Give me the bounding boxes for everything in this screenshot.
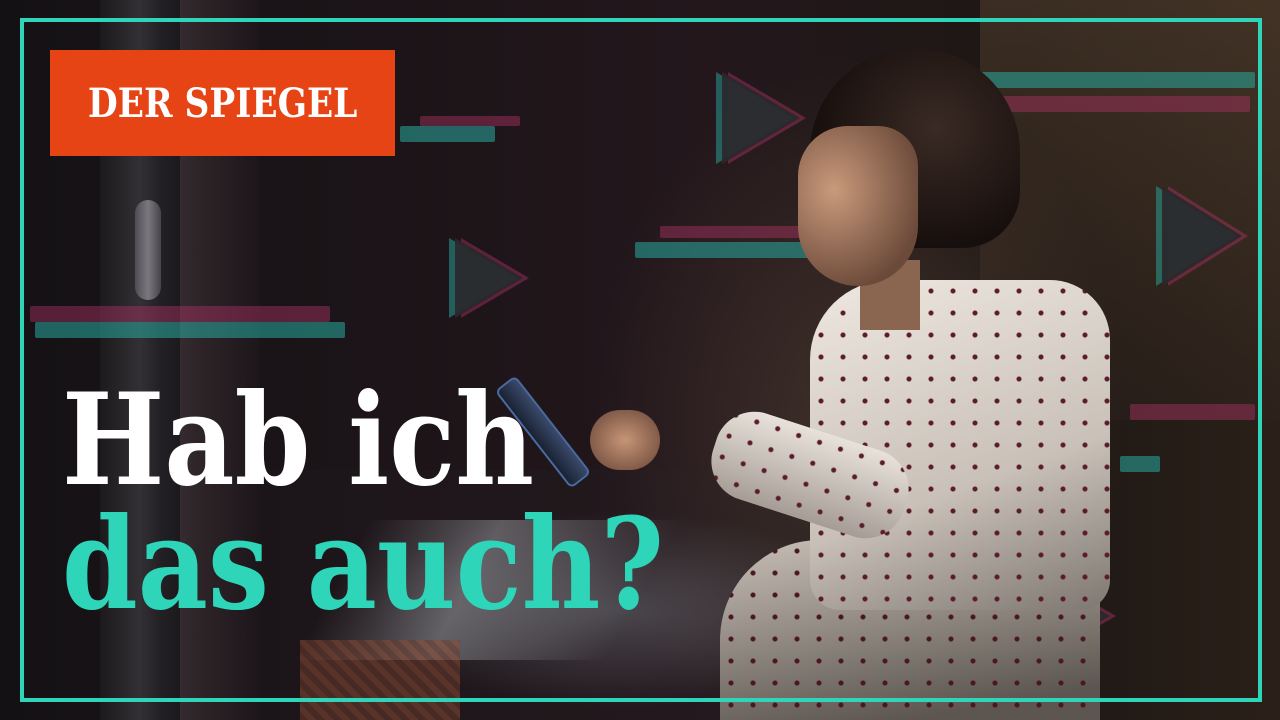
neon-bar [420,116,520,126]
girl-face [798,126,918,286]
logo-text: DER SPIEGEL [87,79,358,127]
headline: Hab ich das auch? [62,366,762,638]
rug [300,640,460,720]
thumbnail-canvas: DER SPIEGEL Hab ich das auch? [0,0,1280,720]
neon-bar [35,322,345,338]
window-handle [135,200,161,300]
neon-bar [30,306,330,322]
play-icon [455,238,523,318]
der-spiegel-logo: DER SPIEGEL [50,50,395,156]
headline-line-1: Hab ich [62,366,535,514]
neon-bar [400,126,495,142]
headline-line-2: das auch? [62,490,664,638]
play-icon [1162,186,1242,286]
